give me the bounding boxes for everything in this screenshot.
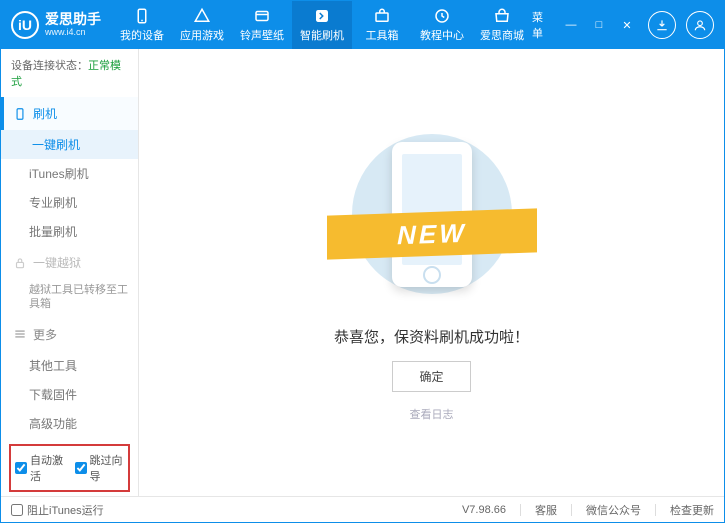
tab-store[interactable]: 爱思商城	[472, 1, 532, 49]
sidebar-item-oneclick-flash[interactable]: 一键刷机	[1, 130, 138, 159]
phone-icon	[13, 107, 27, 121]
tab-ringtones[interactable]: 铃声壁纸	[232, 1, 292, 49]
lock-icon	[13, 256, 27, 270]
minimize-button[interactable]: —	[560, 14, 582, 36]
wechat-link[interactable]: 微信公众号	[586, 502, 641, 518]
sidebar-item-pro-flash[interactable]: 专业刷机	[1, 188, 138, 217]
app-window: iU 爱思助手 www.i4.cn 我的设备 应用游戏 铃声壁纸 智能刷机 工具…	[0, 0, 725, 523]
options-highlight-box: 自动激活 跳过向导	[9, 444, 130, 492]
support-link[interactable]: 客服	[535, 502, 557, 518]
checkbox-auto-activate[interactable]: 自动激活	[15, 452, 65, 484]
app-name: 爱思助手	[45, 12, 101, 27]
success-message: 恭喜您，保资料刷机成功啦！	[334, 326, 529, 347]
tab-toolbox[interactable]: 工具箱	[352, 1, 412, 49]
connection-status: 设备连接状态：正常模式	[1, 49, 138, 97]
download-icon[interactable]	[648, 11, 676, 39]
checkbox-skip-guide[interactable]: 跳过向导	[75, 452, 125, 484]
sidebar-item-advanced[interactable]: 高级功能	[1, 409, 138, 438]
menu-icon	[13, 327, 27, 341]
maximize-button[interactable]: □	[588, 14, 610, 36]
user-icon[interactable]	[686, 11, 714, 39]
tab-smart-flash[interactable]: 智能刷机	[292, 1, 352, 49]
body: 设备连接状态：正常模式 刷机 一键刷机 iTunes刷机 专业刷机 批量刷机 一…	[1, 49, 724, 496]
section-flash[interactable]: 刷机	[1, 97, 138, 130]
jailbreak-note: 越狱工具已转移至工具箱	[1, 279, 138, 318]
tab-my-device[interactable]: 我的设备	[112, 1, 172, 49]
version-label: V7.98.66	[462, 504, 506, 516]
section-jailbreak[interactable]: 一键越狱	[1, 246, 138, 279]
new-ribbon: NEW	[327, 208, 537, 259]
close-button[interactable]: ✕	[616, 14, 638, 36]
sidebar-item-other-tools[interactable]: 其他工具	[1, 351, 138, 380]
sidebar-item-itunes-flash[interactable]: iTunes刷机	[1, 159, 138, 188]
logo: iU 爱思助手 www.i4.cn	[11, 11, 112, 39]
checkbox-block-itunes[interactable]: 阻止iTunes运行	[11, 502, 104, 518]
illustration: NEW	[332, 124, 532, 304]
titlebar: iU 爱思助手 www.i4.cn 我的设备 应用游戏 铃声壁纸 智能刷机 工具…	[1, 1, 724, 49]
site-url: www.i4.cn	[45, 28, 101, 38]
ok-button[interactable]: 确定	[392, 361, 470, 392]
section-more[interactable]: 更多	[1, 318, 138, 351]
logo-icon: iU	[11, 11, 39, 39]
view-log-link[interactable]: 查看日志	[410, 406, 454, 422]
nav-tabs: 我的设备 应用游戏 铃声壁纸 智能刷机 工具箱 教程中心 爱思商城	[112, 1, 532, 49]
sidebar: 设备连接状态：正常模式 刷机 一键刷机 iTunes刷机 专业刷机 批量刷机 一…	[1, 49, 139, 496]
tab-apps-games[interactable]: 应用游戏	[172, 1, 232, 49]
sidebar-item-download-firmware[interactable]: 下载固件	[1, 380, 138, 409]
check-update-link[interactable]: 检查更新	[670, 502, 714, 518]
main-content: NEW 恭喜您，保资料刷机成功啦！ 确定 查看日志	[139, 49, 724, 496]
tab-tutorials[interactable]: 教程中心	[412, 1, 472, 49]
sidebar-item-batch-flash[interactable]: 批量刷机	[1, 217, 138, 246]
menu-label[interactable]: 菜 单	[532, 14, 554, 36]
window-controls: 菜 单 — □ ✕	[532, 11, 714, 39]
statusbar: 阻止iTunes运行 V7.98.66 客服 微信公众号 检查更新	[1, 496, 724, 522]
